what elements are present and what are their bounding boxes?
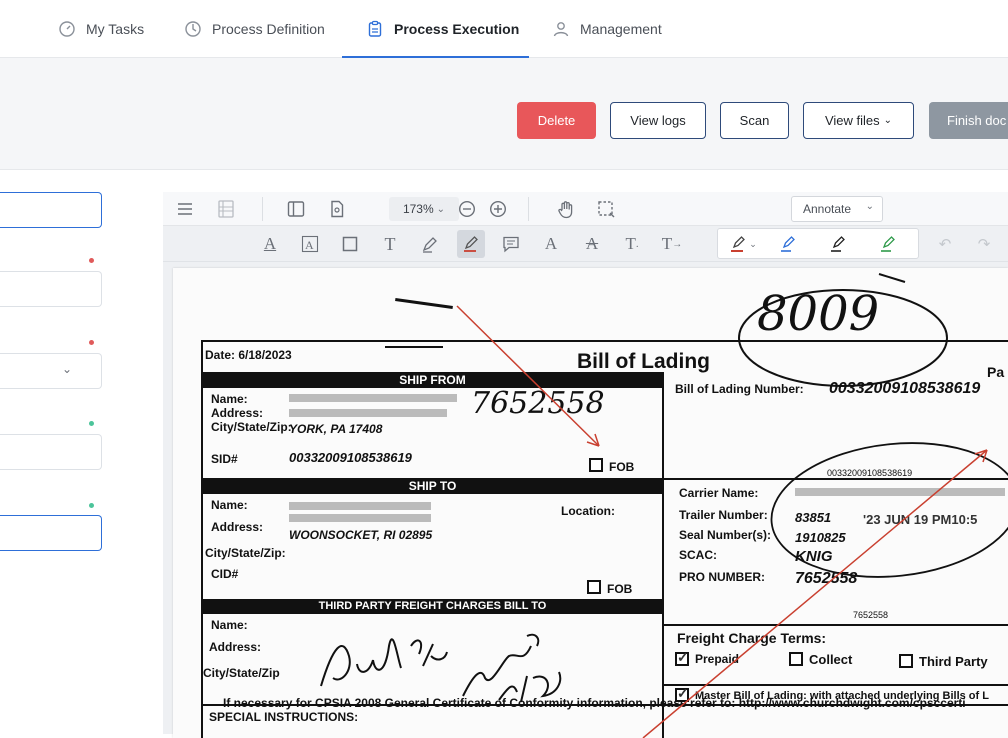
tab-my-tasks[interactable]: My Tasks [58,0,144,58]
menu-icon[interactable] [175,199,195,219]
pen-preset-blue-icon[interactable] [776,233,800,255]
text-highlight-icon[interactable]: A [299,233,321,255]
pan-hand-icon[interactable] [555,198,577,220]
pen-preset-red-icon[interactable]: ⌄ [726,233,760,255]
annotation-arrows [456,305,988,738]
undo-icon[interactable]: ↶ [934,233,956,255]
document-viewer: 173% ⌄ Annotate ⌄ A A T A A T . T → ⌄ ↶ … [163,192,1008,738]
tab-label: Management [580,21,662,37]
sidebar-toggle-icon[interactable] [285,198,307,220]
annotate-mode-label: Annotate [803,202,852,216]
form-field-1[interactable] [0,192,102,228]
text-underline-icon[interactable]: A [259,233,281,255]
pen-preset-green-icon[interactable] [876,233,900,255]
chevron-down-icon: ⌄ [436,203,446,215]
finish-document-button[interactable]: Finish doc [929,102,1008,139]
zoom-selector[interactable]: 173% ⌄ [389,197,459,221]
tab-label: My Tasks [86,21,145,37]
view-files-label: View files [824,113,880,128]
form-select-field[interactable]: ⌄ [0,353,102,389]
strikeout-text-icon[interactable]: A [581,233,603,255]
form-field-2[interactable] [0,271,102,307]
required-indicator [89,258,94,263]
annotate-mode-select[interactable]: Annotate ⌄ [791,196,883,222]
valid-indicator [89,421,94,426]
tab-label: Process Execution [394,21,520,37]
pen-preset-black-icon[interactable] [826,233,850,255]
marquee-select-icon[interactable] [595,198,617,220]
chevron-down-icon: ⌄ [883,115,893,126]
chevron-down-icon: ⌄ [62,362,73,376]
scan-button[interactable]: Scan [720,102,789,139]
comment-icon[interactable] [500,233,522,255]
top-navigation: My Tasks Process Definition Process Exec… [0,0,1008,58]
zoom-value: 173% [402,202,434,216]
chevron-down-icon: ⌄ [865,201,874,212]
document-page: Date: 6/18/2023 Bill of Lading Pa SHIP F… [173,268,1008,738]
squiggly-text-icon[interactable]: A [540,233,562,255]
divider [528,197,529,221]
rectangle-icon[interactable] [339,233,361,255]
divider [262,197,263,221]
form-field-4[interactable] [0,434,102,470]
redo-icon[interactable]: ↷ [973,233,995,255]
gauge-icon [59,21,75,37]
clipboard-icon [368,20,382,37]
clock-icon [185,21,201,37]
user-icon [553,22,569,37]
tab-label: Process Definition [212,21,325,37]
view-files-button[interactable]: View files ⌄ [803,102,914,139]
tab-process-execution[interactable]: Process Execution [366,0,519,58]
tab-management[interactable]: Management [552,0,662,58]
zoom-in-icon[interactable] [488,199,508,219]
text-replace-icon[interactable]: T → [661,233,683,255]
action-bar: Delete View logs Scan View files ⌄ Finis… [0,58,1008,170]
viewer-toolbar: 173% ⌄ Annotate ⌄ [163,192,1008,226]
tab-process-definition[interactable]: Process Definition [184,0,325,58]
required-indicator [89,340,94,345]
free-text-icon[interactable]: T [379,233,401,255]
pen-presets: ⌄ [717,228,919,259]
form-fields-icon[interactable] [214,197,238,221]
page-icon[interactable] [326,198,348,220]
view-logs-button[interactable]: View logs [610,102,706,139]
text-insert-icon[interactable]: T. [621,233,643,255]
valid-indicator [89,503,94,508]
form-field-5[interactable] [0,515,102,551]
annotation-toolbar: A A T A A T. T → ⌄ ↶ ↷ [163,226,1008,262]
delete-button[interactable]: Delete [517,102,596,139]
highlighter-icon[interactable] [419,233,441,255]
zoom-out-icon[interactable] [457,199,477,219]
svg-text:A: A [305,238,314,252]
freehand-pen-icon[interactable] [457,230,485,258]
